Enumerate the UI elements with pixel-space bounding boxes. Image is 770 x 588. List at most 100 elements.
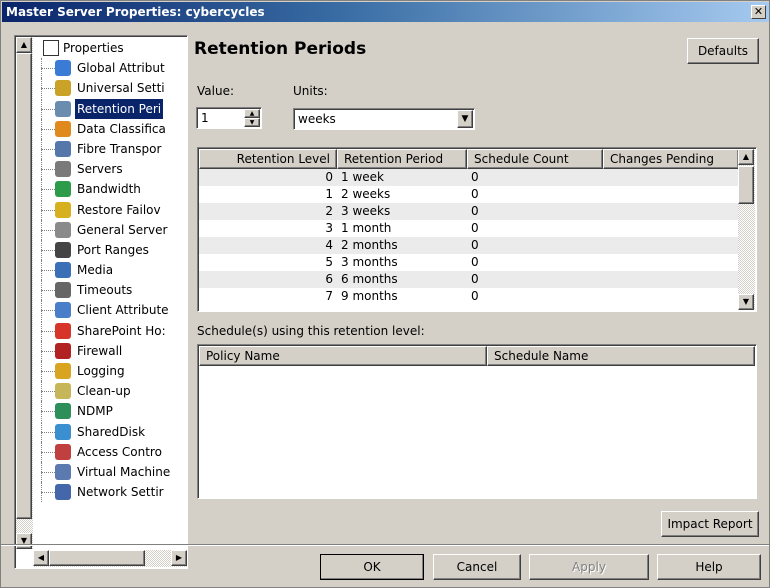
tree-item-label: General Server bbox=[77, 222, 168, 237]
tree-scroll-thumb[interactable] bbox=[16, 53, 32, 519]
ndmp-icon bbox=[55, 403, 71, 420]
column-header-retention-period[interactable]: Retention Period bbox=[337, 149, 467, 169]
tree-item[interactable]: Restore Failov bbox=[41, 199, 187, 220]
table-cell bbox=[603, 169, 739, 186]
scroll-left-icon[interactable]: ◀ bbox=[33, 550, 49, 566]
stepper-buttons[interactable]: ▲ ▼ bbox=[244, 109, 260, 127]
media-icon bbox=[55, 262, 71, 279]
settings-icon bbox=[55, 80, 71, 97]
defaults-button[interactable]: Defaults bbox=[687, 38, 759, 64]
tree-item[interactable]: Virtual Machine bbox=[41, 461, 187, 482]
tree-item[interactable]: Client Attribute bbox=[41, 300, 187, 321]
tree-item[interactable]: Access Contro bbox=[41, 441, 187, 462]
tree-item[interactable]: Universal Setti bbox=[41, 78, 187, 99]
table-cell: 7 bbox=[325, 289, 333, 303]
tree-item[interactable]: Logging bbox=[41, 361, 187, 381]
close-icon[interactable]: ✕ bbox=[751, 5, 766, 19]
tree-item-label: Firewall bbox=[77, 343, 123, 358]
tree-item[interactable]: Fibre Transpor bbox=[41, 138, 187, 159]
tree-item[interactable]: Data Classifica bbox=[41, 118, 187, 139]
table-cell: 6 months bbox=[341, 272, 398, 286]
dialog-window: Master Server Properties: cybercycles ✕ … bbox=[0, 0, 770, 588]
table-scroll-up-icon[interactable]: ▲ bbox=[738, 149, 754, 165]
firewall-icon bbox=[55, 342, 71, 359]
tree-item[interactable]: Timeouts bbox=[41, 280, 187, 301]
ok-button[interactable]: OK bbox=[320, 554, 424, 580]
tree-vertical-scrollbar[interactable]: ▲ ▼ bbox=[16, 37, 33, 549]
tree-item[interactable]: Firewall bbox=[41, 340, 187, 361]
table-row[interactable]: 0 1 week 0 bbox=[199, 169, 739, 186]
table-cell bbox=[603, 271, 739, 288]
help-button[interactable]: Help bbox=[657, 554, 761, 580]
tree-item[interactable]: Media bbox=[41, 260, 187, 281]
retention-table-header: Retention Level Retention Period Schedul… bbox=[199, 149, 739, 169]
tree-item[interactable]: Global Attribut bbox=[41, 58, 187, 79]
scroll-right-icon[interactable]: ▶ bbox=[171, 550, 187, 566]
page-title: Retention Periods bbox=[194, 39, 367, 59]
tree-hscroll-thumb[interactable] bbox=[49, 550, 145, 566]
table-cell: 2 months bbox=[341, 238, 398, 252]
table-cell bbox=[603, 288, 739, 305]
tree-item[interactable]: Clean-up bbox=[41, 381, 187, 402]
footer-divider bbox=[1, 544, 769, 546]
cleanup-icon bbox=[55, 383, 71, 400]
table-cell bbox=[603, 203, 739, 220]
impact-report-button[interactable]: Impact Report bbox=[661, 511, 759, 537]
bandwidth-icon bbox=[55, 181, 71, 198]
chevron-down-icon[interactable]: ▼ bbox=[457, 110, 473, 128]
table-vertical-scrollbar[interactable]: ▲ ▼ bbox=[738, 149, 755, 310]
column-header-schedule-name[interactable]: Schedule Name bbox=[487, 346, 755, 366]
tree-item[interactable]: SharedDisk bbox=[41, 421, 187, 442]
tree-item[interactable]: Retention Peri bbox=[41, 98, 187, 119]
units-label: Units: bbox=[293, 84, 328, 98]
restore-failover-icon bbox=[55, 201, 71, 218]
tree-item-label: Fibre Transpor bbox=[77, 141, 162, 156]
tree-item-label: Access Contro bbox=[77, 444, 162, 459]
client-attributes-icon bbox=[55, 302, 71, 319]
tree-item[interactable]: Network Settir bbox=[41, 482, 187, 503]
tree-horizontal-scrollbar[interactable]: ◀ ▶ bbox=[33, 550, 187, 567]
virtual-machine-icon bbox=[55, 463, 71, 480]
retention-table[interactable]: Retention Level Retention Period Schedul… bbox=[197, 147, 757, 312]
tree-item[interactable]: Bandwidth bbox=[41, 179, 187, 200]
tree-root-properties[interactable]: Properties bbox=[41, 38, 187, 58]
tree-item[interactable]: Servers bbox=[41, 159, 187, 180]
table-cell: 1 bbox=[325, 187, 333, 201]
column-header-retention-level[interactable]: Retention Level bbox=[199, 149, 337, 169]
scroll-up-icon[interactable]: ▲ bbox=[16, 37, 32, 53]
units-select[interactable]: weeks ▼ bbox=[293, 108, 475, 130]
apply-button[interactable]: Apply bbox=[529, 554, 649, 580]
table-row[interactable]: 1 2 weeks 0 bbox=[199, 186, 739, 203]
table-row[interactable]: 6 6 months 0 bbox=[199, 271, 739, 288]
table-cell: 2 bbox=[325, 204, 333, 218]
table-row[interactable]: 2 3 weeks 0 bbox=[199, 203, 739, 220]
value-field[interactable]: 1 bbox=[201, 111, 209, 125]
table-row[interactable]: 4 2 months 0 bbox=[199, 237, 739, 254]
schedules-table[interactable]: Policy Name Schedule Name bbox=[197, 344, 757, 499]
properties-tree[interactable]: ▲ ▼ ◀ ▶ Properties Global Attribut Univer… bbox=[14, 35, 188, 569]
column-header-changes-pending[interactable]: Changes Pending bbox=[603, 149, 739, 169]
stepper-up-icon[interactable]: ▲ bbox=[244, 109, 260, 118]
table-cell: 0 bbox=[471, 170, 479, 184]
table-row[interactable]: 5 3 months 0 bbox=[199, 254, 739, 271]
logging-icon bbox=[55, 363, 71, 379]
table-cell: 9 months bbox=[341, 289, 398, 303]
value-stepper[interactable]: 1 ▲ ▼ bbox=[196, 107, 262, 129]
column-header-policy-name[interactable]: Policy Name bbox=[199, 346, 487, 366]
tree-item[interactable]: Port Ranges bbox=[41, 239, 187, 260]
tree-item[interactable]: NDMP bbox=[41, 401, 187, 422]
table-scroll-thumb[interactable] bbox=[738, 166, 754, 204]
stepper-down-icon[interactable]: ▼ bbox=[244, 118, 260, 127]
cancel-button[interactable]: Cancel bbox=[433, 554, 521, 580]
table-cell bbox=[603, 237, 739, 254]
tree-item-label: Global Attribut bbox=[77, 61, 165, 76]
column-header-schedule-count[interactable]: Schedule Count bbox=[467, 149, 603, 169]
table-row[interactable]: 3 1 month 0 bbox=[199, 220, 739, 237]
table-row[interactable]: 7 9 months 0 bbox=[199, 288, 739, 305]
scroll-down-icon[interactable]: ▼ bbox=[16, 533, 32, 549]
tree-item[interactable]: SharePoint Ho: bbox=[41, 320, 187, 341]
table-scroll-down-icon[interactable]: ▼ bbox=[738, 294, 754, 310]
table-cell: 1 week bbox=[341, 170, 384, 184]
tree-item-label: SharePoint Ho: bbox=[77, 323, 166, 338]
tree-item[interactable]: General Server bbox=[41, 219, 187, 240]
